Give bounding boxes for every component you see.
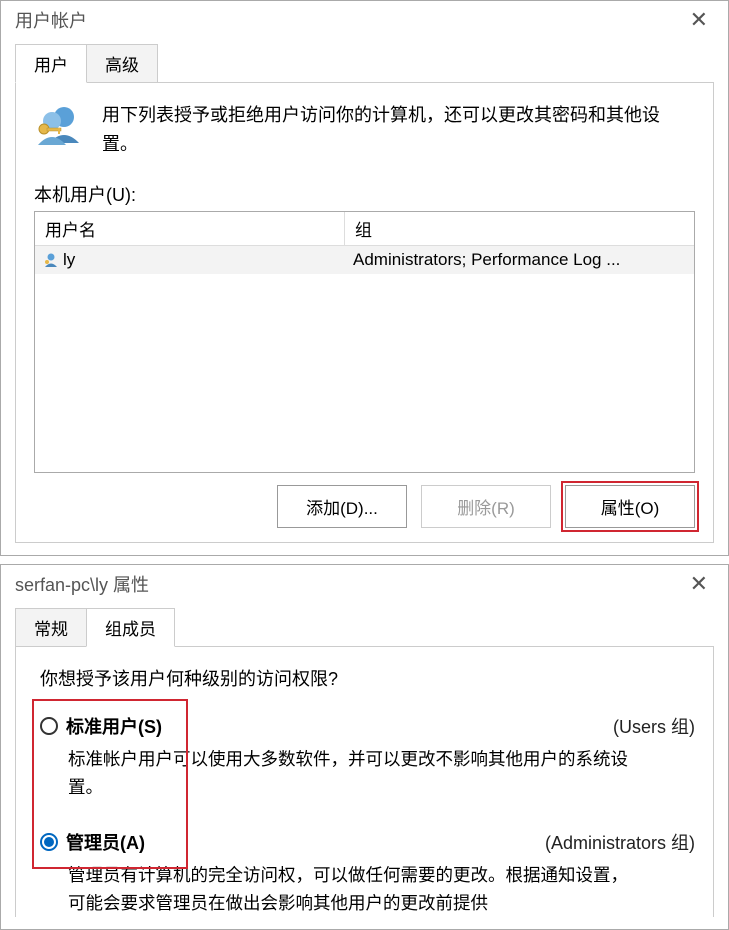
tabs: 用户 高级 <box>15 43 728 82</box>
tab-advanced[interactable]: 高级 <box>86 44 158 83</box>
option-description: 管理员有计算机的完全访问权，可以做任何需要的更改。根据通知设置，可能会要求管理员… <box>68 861 628 917</box>
button-row: 添加(D)... 删除(R) 属性(O) <box>34 485 695 528</box>
column-username[interactable]: 用户名 <box>35 212 345 245</box>
titlebar: serfan-pc\ly 属性 ✕ <box>1 565 728 599</box>
window-title: serfan-pc\ly 属性 <box>15 571 149 597</box>
option-description: 标准帐户用户可以使用大多数软件，并可以更改不影响其他用户的系统设置。 <box>68 745 628 801</box>
user-list[interactable]: 用户名 组 ly Administrators; Performance Log… <box>34 211 695 473</box>
username-text: ly <box>63 250 75 270</box>
tabs: 常规 组成员 <box>15 607 728 646</box>
window-title: 用户帐户 <box>15 7 87 33</box>
titlebar: 用户帐户 ✕ <box>1 1 728 35</box>
intro-row: 用下列表授予或拒绝用户访问你的计算机，还可以更改其密码和其他设置。 <box>34 101 695 159</box>
options: 标准用户(S) (Users 组) 标准帐户用户可以使用大多数软件，并可以更改不… <box>34 713 695 917</box>
radio-icon <box>40 717 58 735</box>
add-button[interactable]: 添加(D)... <box>277 485 407 528</box>
user-accounts-window: 用户帐户 ✕ 用户 高级 用下列表授予或拒绝用户访问你的计算机，还可以更改其密码… <box>0 0 729 556</box>
cell-username: ly <box>35 248 345 272</box>
tab-group-membership[interactable]: 组成员 <box>86 608 175 647</box>
user-list-header: 用户名 组 <box>35 212 694 246</box>
user-properties-window: serfan-pc\ly 属性 ✕ 常规 组成员 你想授予该用户何种级别的访问权… <box>0 564 729 930</box>
access-level-question: 你想授予该用户何种级别的访问权限? <box>40 665 695 691</box>
tab-users[interactable]: 用户 <box>15 44 87 83</box>
users-key-icon <box>34 101 84 151</box>
tab-general[interactable]: 常规 <box>15 608 87 647</box>
option-label: 标准用户(S) <box>66 713 162 739</box>
radio-icon <box>40 833 58 851</box>
table-row[interactable]: ly Administrators; Performance Log ... <box>35 246 694 274</box>
tab-panel-users: 用下列表授予或拒绝用户访问你的计算机，还可以更改其密码和其他设置。 本机用户(U… <box>15 82 714 543</box>
local-users-label: 本机用户(U): <box>34 181 695 207</box>
user-icon <box>43 252 59 268</box>
close-icon[interactable]: ✕ <box>682 571 716 597</box>
option-group-hint: (Users 组) <box>613 713 695 739</box>
column-group[interactable]: 组 <box>345 212 694 245</box>
radio-standard-user[interactable]: 标准用户(S) <box>40 713 162 739</box>
close-icon[interactable]: ✕ <box>682 7 716 33</box>
intro-text: 用下列表授予或拒绝用户访问你的计算机，还可以更改其密码和其他设置。 <box>102 101 695 159</box>
properties-button[interactable]: 属性(O) <box>565 485 695 528</box>
option-administrator: 管理员(A) (Administrators 组) 管理员有计算机的完全访问权，… <box>40 829 695 917</box>
cell-group: Administrators; Performance Log ... <box>345 248 694 272</box>
option-standard-user: 标准用户(S) (Users 组) 标准帐户用户可以使用大多数软件，并可以更改不… <box>40 713 695 801</box>
remove-button: 删除(R) <box>421 485 551 528</box>
option-group-hint: (Administrators 组) <box>545 829 695 855</box>
option-label: 管理员(A) <box>66 829 145 855</box>
tab-panel-membership: 你想授予该用户何种级别的访问权限? 标准用户(S) (Users 组) 标准帐户… <box>15 646 714 917</box>
radio-administrator[interactable]: 管理员(A) <box>40 829 145 855</box>
